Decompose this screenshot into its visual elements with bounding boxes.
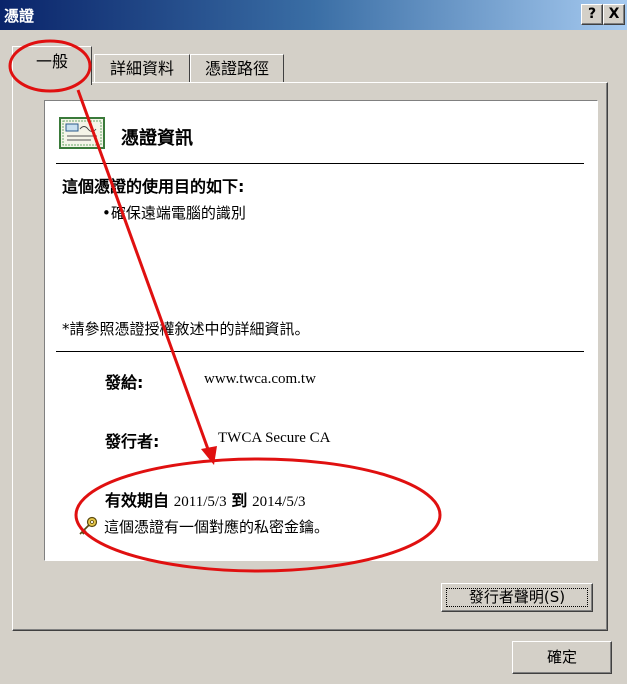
valid-to-label: 到 bbox=[231, 491, 248, 510]
purpose-heading: 這個憑證的使用目的如下: bbox=[62, 177, 245, 196]
key-icon bbox=[79, 516, 98, 535]
tab-details[interactable]: 詳細資料 bbox=[94, 54, 190, 83]
issuer-statement-button[interactable]: 發行者聲明(S) bbox=[441, 583, 593, 612]
tab-general[interactable]: 一般 bbox=[12, 46, 92, 85]
issued-by-label: 發行者: bbox=[105, 432, 160, 451]
divider bbox=[56, 163, 584, 164]
close-button[interactable]: X bbox=[603, 4, 625, 25]
ok-button[interactable]: 確定 bbox=[512, 641, 612, 674]
validity-period: 有效期自 2011/5/3 到 2014/5/3 bbox=[105, 487, 306, 511]
info-title: 憑證資訊 bbox=[121, 128, 193, 149]
valid-to-date: 2014/5/3 bbox=[252, 494, 306, 510]
valid-from-label: 有效期自 bbox=[105, 491, 170, 510]
issued-to-value: www.twca.com.tw bbox=[204, 371, 316, 387]
purpose-item: •確保遠端電腦的識別 bbox=[102, 204, 246, 222]
tab-certification-path[interactable]: 憑證路徑 bbox=[190, 54, 284, 83]
cps-note: *請參照憑證授權敘述中的詳細資訊。 bbox=[62, 320, 310, 338]
window-title: 憑證 bbox=[4, 7, 35, 25]
issued-to-label: 發給: bbox=[105, 373, 144, 392]
valid-from-date: 2011/5/3 bbox=[173, 494, 227, 510]
issued-by-value: TWCA Secure CA bbox=[218, 430, 331, 446]
help-button[interactable]: ? bbox=[581, 4, 603, 25]
divider bbox=[56, 351, 584, 352]
title-bar: 憑證 ? X bbox=[0, 0, 627, 30]
private-key-note: 這個憑證有一個對應的私密金鑰。 bbox=[104, 518, 330, 536]
certificate-icon bbox=[59, 117, 105, 149]
certificate-dialog: 憑證 ? X 一般 詳細資料 憑證路徑 憑證資訊 這個憑證的使用目的如下: •確… bbox=[0, 0, 627, 684]
issuer-statement-label: 發行者聲明(S) bbox=[468, 588, 566, 606]
